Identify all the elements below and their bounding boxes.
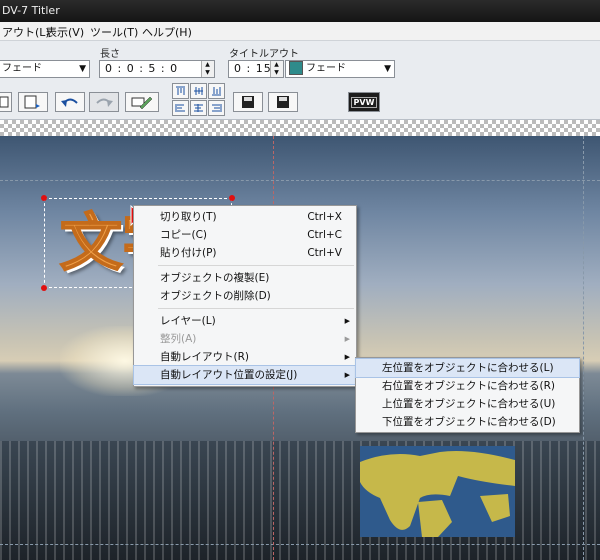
submenu-arrow-icon: ▶ <box>344 317 350 325</box>
menu-help[interactable]: ヘルプ(H) <box>142 24 192 40</box>
align-bottom-button[interactable] <box>208 83 225 99</box>
preview-button[interactable]: PVW <box>348 92 380 112</box>
submenu-arrow-icon: ▶ <box>344 353 350 361</box>
menu-item-label: 自動レイアウト(R) <box>160 351 249 363</box>
align-center-icon <box>194 104 203 112</box>
document-icon <box>0 96 9 108</box>
safe-area-guide-bottom <box>0 544 600 545</box>
menu-item-paste[interactable]: 貼り付け(P) Ctrl+V <box>134 244 356 262</box>
window-title: DV-7 Titler <box>2 4 60 17</box>
align-left-button[interactable] <box>172 100 189 116</box>
menu-separator <box>158 265 354 266</box>
menu-item-align-bottom[interactable]: 下位置をオブジェクトに合わせる(D) <box>356 413 579 431</box>
submenu-arrow-icon: ▶ <box>344 335 350 343</box>
menu-item-duplicate[interactable]: オブジェクトの複製(E) <box>134 269 356 287</box>
menu-view[interactable]: 表示(V) <box>46 24 84 40</box>
spin-arrows-icon[interactable]: ▲ ▼ <box>201 61 214 77</box>
menu-item-cut[interactable]: 切り取り(T) Ctrl+X <box>134 208 356 226</box>
menu-separator <box>158 308 354 309</box>
menu-item-align-left[interactable]: 左位置をオブジェクトに合わせる(L) <box>355 358 580 378</box>
spin-arrows-icon[interactable]: ▲ ▼ <box>270 61 283 77</box>
title-out-time-spinbox[interactable]: 0 : 15 ▲ ▼ <box>228 60 284 78</box>
title-out-transition-value: フェード <box>306 63 346 74</box>
align-right-icon <box>212 104 222 112</box>
undo-icon <box>61 98 78 107</box>
submenu-arrow-icon: ▶ <box>344 371 350 379</box>
menu-item-label: 上位置をオブジェクトに合わせる(U) <box>382 398 556 410</box>
menu-item-label: 貼り付け(P) <box>160 247 217 259</box>
align-top-icon <box>176 86 185 95</box>
menu-layout[interactable]: アウト(L) <box>2 24 50 40</box>
menu-item-label: コピー(C) <box>160 229 208 241</box>
undo-button[interactable] <box>55 92 85 112</box>
menu-bar: アウト(L) 表示(V) ツール(T) ヘルプ(H) <box>0 22 600 41</box>
menu-item-label: オブジェクトの複製(E) <box>160 272 270 284</box>
menu-item-copy[interactable]: コピー(C) Ctrl+C <box>134 226 356 244</box>
redo-icon <box>96 98 113 107</box>
menu-item-align[interactable]: 整列(A) ▶ <box>134 330 356 348</box>
menu-item-label: 下位置をオブジェクトに合わせる(D) <box>382 416 556 428</box>
align-top-left-button[interactable] <box>172 83 189 99</box>
menu-item-label: レイヤー(L) <box>160 315 216 327</box>
menu-item-label: 左位置をオブジェクトに合わせる(L) <box>382 362 554 374</box>
document-add-icon <box>24 95 40 109</box>
shortcut-label: Ctrl+C <box>307 229 342 241</box>
floppy-disk-icon <box>277 96 289 108</box>
chevron-down-icon: ▼ <box>384 64 391 74</box>
align-center-button[interactable] <box>190 100 207 116</box>
transition-color-icon <box>289 61 303 75</box>
canvas-margin <box>0 120 600 136</box>
length-value: 0 : 0 : 5 : 0 <box>105 62 179 75</box>
resize-handle[interactable] <box>229 195 235 201</box>
transition-in-select[interactable]: フェード ▼ <box>0 60 90 78</box>
safe-area-guide-right <box>583 136 584 560</box>
align-middle-button[interactable] <box>190 83 207 99</box>
menu-item-label: オブジェクトの削除(D) <box>160 290 271 302</box>
resize-handle[interactable] <box>41 285 47 291</box>
toolbar: フェード ▼ 長さ 0 : 0 : 5 : 0 ▲ ▼ タイトルアウト 0 : 1… <box>0 41 600 120</box>
title-out-transition-select[interactable]: フェード ▼ <box>285 60 395 78</box>
menu-tools[interactable]: ツール(T) <box>90 24 138 40</box>
pvw-label: PVW <box>350 96 378 108</box>
auto-layout-position-submenu: 左位置をオブジェクトに合わせる(L) 右位置をオブジェクトに合わせる(R) 上位… <box>355 357 580 433</box>
length-spinbox[interactable]: 0 : 0 : 5 : 0 ▲ ▼ <box>99 60 215 78</box>
menu-item-align-right[interactable]: 右位置をオブジェクトに合わせる(R) <box>356 377 579 395</box>
menu-item-layer[interactable]: レイヤー(L) ▶ <box>134 312 356 330</box>
save-as-button[interactable] <box>268 92 298 112</box>
transition-in-value: フェード <box>2 63 42 74</box>
menu-item-label: 切り取り(T) <box>160 211 217 223</box>
world-map-image <box>360 451 515 537</box>
title-out-time: 0 : 15 <box>234 62 272 75</box>
context-menu: 切り取り(T) Ctrl+X コピー(C) Ctrl+C 貼り付け(P) Ctrl+V… <box>133 205 357 387</box>
redo-button[interactable] <box>89 92 119 112</box>
chevron-down-icon: ▼ <box>79 64 86 74</box>
align-right-button[interactable] <box>208 100 225 116</box>
world-map-object[interactable] <box>360 446 515 537</box>
menu-item-label: 右位置をオブジェクトに合わせる(R) <box>382 380 555 392</box>
edit-text-button[interactable] <box>125 92 159 112</box>
align-left-icon <box>175 104 185 112</box>
menu-item-delete[interactable]: オブジェクトの削除(D) <box>134 287 356 305</box>
menu-item-auto-layout[interactable]: 自動レイアウト(R) ▶ <box>134 348 356 366</box>
pencil-icon <box>131 96 153 109</box>
title-bar: DV-7 Titler <box>0 0 600 22</box>
menu-item-align-top[interactable]: 上位置をオブジェクトに合わせる(U) <box>356 395 579 413</box>
shortcut-label: Ctrl+V <box>307 247 342 259</box>
save-button[interactable] <box>233 92 263 112</box>
menu-item-label: 自動レイアウト位置の設定(J) <box>160 369 298 381</box>
new-object-button[interactable] <box>18 92 48 112</box>
length-label: 長さ <box>100 49 120 60</box>
page-icon-button[interactable] <box>0 92 12 112</box>
resize-handle[interactable] <box>41 195 47 201</box>
shortcut-label: Ctrl+X <box>307 211 342 223</box>
title-out-label: タイトルアウト <box>229 49 299 60</box>
menu-item-auto-layout-position[interactable]: 自動レイアウト位置の設定(J) ▶ <box>133 365 357 385</box>
align-middle-icon <box>194 87 203 95</box>
align-bottom-icon <box>212 87 221 96</box>
safe-area-guide-top <box>0 180 600 181</box>
floppy-disk-icon <box>242 96 254 108</box>
menu-item-label: 整列(A) <box>160 333 197 345</box>
